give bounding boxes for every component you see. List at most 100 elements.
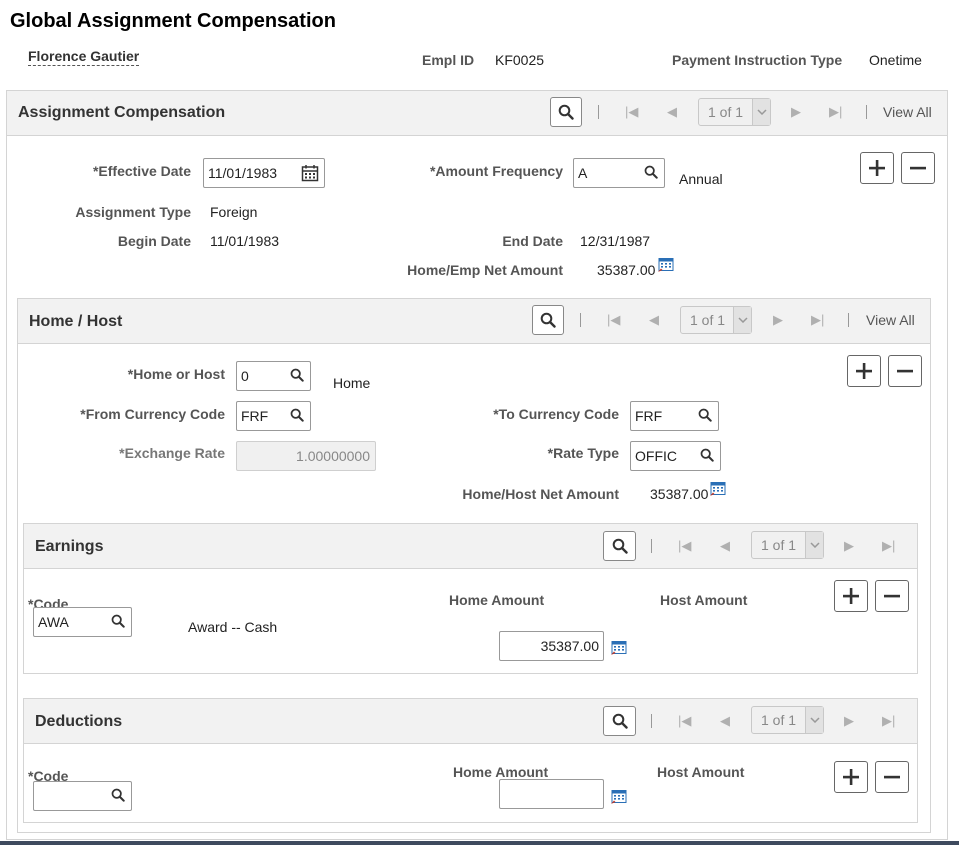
- exchange-rate-field: 1.00000000: [236, 441, 376, 471]
- search-icon: [540, 312, 556, 328]
- previous-icon[interactable]: ◀: [720, 714, 730, 728]
- plus-icon: [856, 363, 872, 379]
- earnings-delete-button[interactable]: [875, 580, 909, 612]
- next-icon[interactable]: ▶: [844, 714, 854, 728]
- deductions-home-amount-label: Home Amount: [453, 764, 549, 780]
- from-currency-field[interactable]: FRF: [236, 401, 311, 431]
- search-icon[interactable]: [698, 408, 712, 425]
- last-icon[interactable]: ▶|: [882, 539, 895, 553]
- assignment-delete-button[interactable]: [901, 152, 935, 184]
- amount-frequency-field[interactable]: A: [573, 158, 665, 188]
- deductions-code-field[interactable]: [33, 781, 132, 811]
- earnings-pager[interactable]: 1 of 1: [751, 531, 824, 559]
- begin-date-value: 11/01/1983: [210, 233, 280, 249]
- home-host-panel-header: Home / Host |◀ ◀ 1 of 1 ▶ ▶| View All: [18, 299, 930, 344]
- deductions-host-amount-label: Host Amount: [657, 764, 745, 780]
- last-icon[interactable]: ▶|: [882, 714, 895, 728]
- assignment-pager[interactable]: 1 of 1: [698, 98, 771, 126]
- previous-icon[interactable]: ◀: [667, 105, 677, 119]
- home-or-host-field[interactable]: 0: [236, 361, 311, 391]
- assignment-search-button[interactable]: [550, 97, 582, 127]
- deductions-delete-button[interactable]: [875, 761, 909, 793]
- employee-name-link[interactable]: Florence Gautier: [28, 48, 140, 66]
- last-icon[interactable]: ▶|: [811, 313, 824, 327]
- search-icon[interactable]: [700, 448, 714, 465]
- search-icon[interactable]: [111, 788, 125, 805]
- search-icon: [558, 104, 574, 120]
- first-icon[interactable]: |◀: [625, 105, 638, 119]
- bottom-scrollbar[interactable]: [0, 841, 959, 845]
- home-host-add-button[interactable]: [847, 355, 881, 387]
- minus-icon: [884, 775, 900, 779]
- home-emp-net-amount-label: Home/Emp Net Amount: [407, 262, 563, 278]
- begin-date-label: Begin Date: [117, 233, 191, 249]
- search-icon[interactable]: [290, 408, 304, 425]
- previous-icon[interactable]: ◀: [720, 539, 730, 553]
- exchange-rate-label: *Exchange Rate: [119, 445, 225, 461]
- home-or-host-desc: Home: [333, 375, 371, 391]
- rate-type-field[interactable]: OFFIC: [630, 441, 721, 471]
- earnings-search-button[interactable]: [603, 531, 636, 561]
- earnings-home-amount-label: Home Amount: [449, 592, 545, 608]
- effective-date-value: 11/01/1983: [208, 165, 278, 181]
- deductions-panel-header: Deductions |◀ ◀ 1 of 1 ▶ ▶|: [24, 699, 917, 744]
- search-icon[interactable]: [644, 165, 658, 182]
- deductions-panel-title: Deductions: [35, 713, 123, 730]
- calculator-icon[interactable]: [658, 258, 674, 272]
- pager-text: 1 of 1: [761, 712, 797, 728]
- assignment-type-value: Foreign: [210, 204, 258, 220]
- search-icon[interactable]: [290, 368, 304, 385]
- first-icon[interactable]: |◀: [678, 539, 691, 553]
- earnings-home-amount-field[interactable]: 35387.00: [499, 631, 604, 661]
- last-icon[interactable]: ▶|: [829, 105, 842, 119]
- assignment-add-button[interactable]: [860, 152, 894, 184]
- separator: [848, 313, 849, 327]
- previous-icon[interactable]: ◀: [649, 313, 659, 327]
- amount-frequency-desc: Annual: [679, 171, 723, 187]
- next-icon[interactable]: ▶: [791, 105, 801, 119]
- home-host-panel-title: Home / Host: [29, 313, 123, 330]
- pager-text: 1 of 1: [708, 104, 744, 120]
- earnings-panel-title: Earnings: [35, 538, 104, 555]
- rate-type-label: *Rate Type: [547, 445, 619, 461]
- to-currency-field[interactable]: FRF: [630, 401, 719, 431]
- separator: [651, 714, 652, 728]
- next-icon[interactable]: ▶: [844, 539, 854, 553]
- effective-date-field[interactable]: 11/01/1983: [203, 158, 325, 188]
- search-icon: [612, 538, 628, 554]
- earnings-code-desc: Award -- Cash: [188, 619, 278, 635]
- calendar-icon[interactable]: [301, 164, 319, 185]
- calculator-icon[interactable]: [611, 790, 627, 804]
- first-icon[interactable]: |◀: [678, 714, 691, 728]
- end-date-value: 12/31/1987: [580, 233, 651, 249]
- home-host-net-amount-value: 35387.00: [650, 486, 709, 502]
- home-host-search-button[interactable]: [532, 305, 564, 335]
- calculator-icon[interactable]: [710, 482, 726, 496]
- assignment-view-all-link[interactable]: View All: [883, 104, 932, 120]
- earnings-host-amount-label: Host Amount: [660, 592, 748, 608]
- deductions-add-button[interactable]: [834, 761, 868, 793]
- end-date-label: End Date: [502, 233, 563, 249]
- earnings-panel: Earnings |◀ ◀ 1 of 1 ▶ ▶| *Code AWA Awar…: [23, 523, 918, 674]
- earnings-code-field[interactable]: AWA: [33, 607, 132, 637]
- minus-icon: [884, 594, 900, 598]
- home-host-view-all-link[interactable]: View All: [866, 312, 915, 328]
- earnings-add-button[interactable]: [834, 580, 868, 612]
- first-icon[interactable]: |◀: [607, 313, 620, 327]
- deductions-home-amount-field[interactable]: [499, 779, 604, 809]
- home-host-pager[interactable]: 1 of 1: [680, 306, 752, 334]
- to-currency-label: *To Currency Code: [493, 406, 619, 422]
- calculator-icon[interactable]: [611, 641, 627, 655]
- earnings-panel-header: Earnings |◀ ◀ 1 of 1 ▶ ▶|: [24, 524, 917, 569]
- search-icon[interactable]: [111, 614, 125, 631]
- plus-icon: [843, 769, 859, 785]
- deductions-search-button[interactable]: [603, 706, 636, 736]
- page-title: Global Assignment Compensation: [10, 10, 336, 32]
- separator: [580, 313, 581, 327]
- next-icon[interactable]: ▶: [773, 313, 783, 327]
- rate-type-value: OFFIC: [635, 448, 677, 464]
- home-host-delete-button[interactable]: [888, 355, 922, 387]
- deductions-pager[interactable]: 1 of 1: [751, 706, 824, 734]
- to-currency-value: FRF: [635, 408, 663, 424]
- chevron-down-icon: [733, 307, 751, 333]
